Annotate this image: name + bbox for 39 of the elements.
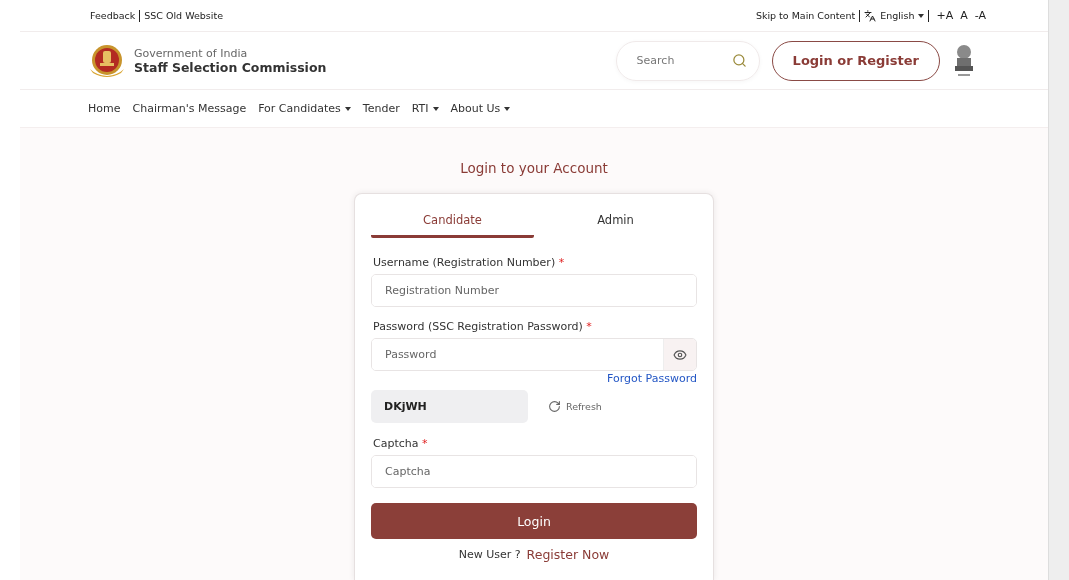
refresh-icon [548,400,561,413]
language-icon [864,9,877,22]
field-label: Username (Registration Number) * [373,256,566,269]
font-size-link[interactable]: +A [936,9,954,22]
field-label: Password (SSC Registration Password) * [373,320,593,333]
new-user-text: New User ? [458,548,521,561]
emblem-logo [88,42,126,79]
show-password-button[interactable] [663,339,696,370]
nav-link[interactable]: Home [88,102,121,115]
top-link[interactable]: Feedback [90,10,136,21]
nav-link[interactable]: About Us [450,102,511,115]
search-icon[interactable] [731,53,747,68]
captcha-field[interactable]: Captcha [371,455,697,488]
login-tab[interactable]: Admin [534,204,697,238]
top-link[interactable]: SSC Old Website [144,10,223,21]
eye-icon [673,347,687,362]
refresh-button[interactable]: Refresh [542,399,608,414]
login-title: Login to your Account [460,160,608,176]
captcha-code: DKjWH [371,390,528,423]
login-tab[interactable]: Candidate [371,204,534,238]
emblem-icon [952,43,976,78]
login-register-button[interactable]: Login or Register [771,40,940,81]
font-size-link[interactable]: -A [974,9,986,22]
font-size-link[interactable]: A [960,9,968,22]
nav-link[interactable]: RTI [411,102,439,115]
org-parent: Government of India [134,46,249,60]
language-select[interactable]: English [880,10,915,21]
org-name: Staff Selection Commission [134,59,327,75]
nav-link[interactable]: For Candidates [258,102,351,115]
skip-link[interactable]: Skip to Main Content [755,10,856,21]
login-button[interactable]: Login [371,503,697,539]
caret-icon [918,13,925,18]
nav-link[interactable]: Tender [362,102,400,115]
field-label: Captcha * [373,437,429,450]
nav-link[interactable]: Chairman's Message [132,102,247,115]
username-field[interactable]: Registration Number [371,274,697,307]
forgot-password-link[interactable]: Forgot Password [607,372,697,385]
register-link[interactable]: Register Now [526,547,610,562]
password-field[interactable]: Password [371,338,697,371]
